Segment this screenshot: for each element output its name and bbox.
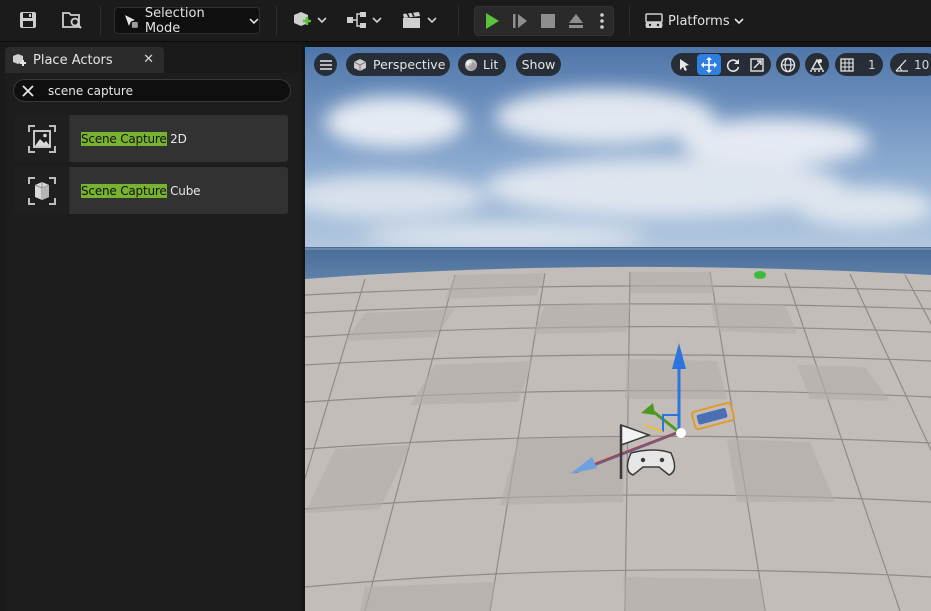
main-toolbar: Selection Mode Platforms bbox=[0, 0, 931, 42]
transform-tools-group bbox=[671, 53, 771, 76]
panel-title: Place Actors bbox=[33, 52, 113, 68]
rotation-snap-icon bbox=[895, 59, 908, 72]
blueprint-icon bbox=[347, 12, 366, 28]
viewport-menu-button[interactable] bbox=[314, 53, 337, 76]
platforms-dropdown[interactable]: Platforms bbox=[644, 7, 744, 35]
selection-mode-icon bbox=[124, 14, 138, 28]
selection-mode-dropdown[interactable]: Selection Mode bbox=[114, 5, 260, 36]
scene-capture-cube-icon bbox=[27, 176, 56, 205]
perspective-cube-icon bbox=[353, 58, 367, 71]
chevron-down-icon bbox=[249, 17, 259, 24]
search-input[interactable] bbox=[48, 83, 288, 98]
play-icon bbox=[486, 13, 499, 29]
selection-mode-label: Selection Mode bbox=[144, 5, 205, 36]
actor-name-rest: Cube bbox=[166, 183, 201, 198]
surface-snapping-icon bbox=[810, 58, 824, 72]
actor-name-rest: 2D bbox=[166, 131, 187, 146]
close-icon[interactable]: ✕ bbox=[143, 52, 154, 67]
actor-name: Scene Capture Cube bbox=[81, 183, 201, 198]
list-item-scene-capture-2d[interactable]: Scene Capture 2D bbox=[14, 115, 288, 162]
chevron-down-icon bbox=[372, 17, 382, 24]
place-actors-icon bbox=[13, 54, 26, 66]
list-item-scene-capture-cube[interactable]: Scene Capture Cube bbox=[14, 167, 288, 214]
platforms-icon bbox=[645, 13, 663, 28]
thumbnail bbox=[14, 167, 70, 214]
content-browser-icon bbox=[62, 12, 82, 29]
more-options-icon bbox=[600, 13, 604, 29]
clear-search-icon[interactable] bbox=[16, 80, 40, 101]
cinematics-icon bbox=[403, 12, 420, 28]
scale-tool-icon[interactable] bbox=[745, 53, 769, 76]
eject-icon bbox=[569, 14, 583, 28]
lit-sphere-icon bbox=[465, 58, 477, 71]
place-actors-panel: Place Actors ✕ Scene Cap bbox=[0, 42, 302, 611]
toolbar-separator bbox=[458, 6, 459, 36]
select-tool-icon[interactable] bbox=[673, 53, 697, 76]
place-actors-body: Scene Capture 2D Scene Capture Cube bbox=[5, 73, 302, 611]
viewport-scene bbox=[305, 47, 931, 611]
save-button[interactable] bbox=[15, 6, 41, 34]
toolbar-separator bbox=[629, 6, 630, 36]
scene-capture-2d-icon bbox=[27, 124, 56, 153]
eject-button[interactable] bbox=[563, 7, 589, 35]
show-label: Show bbox=[521, 57, 556, 72]
chevron-down-icon bbox=[734, 18, 744, 25]
show-flags-button[interactable]: Show bbox=[516, 53, 561, 76]
add-actor-icon bbox=[294, 12, 311, 26]
globe-icon bbox=[780, 57, 796, 72]
tab-place-actors[interactable]: Place Actors ✕ bbox=[5, 47, 164, 73]
grid-snap-control[interactable]: 1 bbox=[835, 53, 883, 76]
rotation-snap-control[interactable]: 10 bbox=[890, 53, 931, 76]
rotate-tool-icon[interactable] bbox=[721, 53, 745, 76]
world-local-toggle[interactable] bbox=[776, 53, 800, 76]
perspective-button[interactable]: Perspective bbox=[346, 53, 450, 76]
green-marker bbox=[754, 271, 766, 279]
viewport-focus-corner bbox=[305, 47, 311, 53]
blueprint-dropdown[interactable] bbox=[344, 6, 384, 34]
stop-button[interactable] bbox=[535, 7, 561, 35]
play-button[interactable] bbox=[479, 7, 505, 35]
lit-label: Lit bbox=[483, 57, 499, 72]
actor-name: Scene Capture 2D bbox=[81, 131, 187, 146]
platforms-label: Platforms bbox=[668, 13, 730, 29]
more-options-button[interactable] bbox=[591, 7, 613, 35]
translate-tool-icon[interactable] bbox=[697, 54, 721, 75]
chevron-down-icon bbox=[427, 17, 437, 24]
cinematics-dropdown[interactable] bbox=[398, 6, 440, 34]
surface-snapping-toggle[interactable] bbox=[805, 53, 829, 76]
lit-view-mode-button[interactable]: Lit bbox=[458, 53, 506, 76]
grid-snap-value: 1 bbox=[868, 57, 876, 72]
add-actor-dropdown[interactable] bbox=[288, 6, 330, 34]
play-controls bbox=[474, 6, 614, 36]
unreal-editor-window: Selection Mode Platforms Place Actors ✕ … bbox=[0, 0, 931, 611]
rotation-snap-value: 10 bbox=[914, 57, 930, 72]
advance-frame-button[interactable] bbox=[507, 7, 533, 35]
stop-icon bbox=[541, 14, 555, 28]
level-viewport[interactable]: Perspective Lit Show 1 10 bbox=[305, 47, 931, 611]
toolbar-separator bbox=[276, 6, 277, 36]
search-box bbox=[13, 79, 291, 102]
hamburger-menu-icon bbox=[319, 59, 332, 70]
search-highlight: Scene Capture bbox=[81, 183, 167, 198]
content-browser-button[interactable] bbox=[58, 6, 86, 34]
search-highlight: Scene Capture bbox=[81, 131, 167, 146]
save-icon bbox=[20, 12, 36, 28]
thumbnail bbox=[14, 115, 70, 162]
perspective-label: Perspective bbox=[373, 57, 446, 72]
grid-snap-icon bbox=[840, 57, 854, 72]
toolbar-separator bbox=[100, 6, 101, 36]
advance-frame-icon bbox=[513, 14, 527, 28]
chevron-down-icon bbox=[317, 17, 327, 24]
